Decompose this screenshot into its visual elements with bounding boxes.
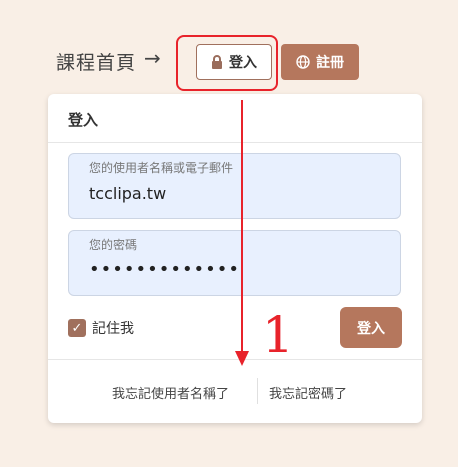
- panel-title: 登入: [68, 111, 99, 129]
- annotation-arrow-head: [235, 351, 249, 366]
- password-field[interactable]: 您的密碼 •••••••••••••: [68, 230, 401, 296]
- divider: [48, 142, 422, 143]
- register-button[interactable]: 註冊: [281, 44, 359, 80]
- forgot-username-link[interactable]: 我忘記使用者名稱了: [112, 383, 229, 402]
- remember-me-checkbox[interactable]: ✓: [68, 319, 86, 337]
- arrow-right-icon: →: [144, 46, 161, 70]
- login-dropdown-panel: 登入 您的使用者名稱或電子郵件 tcclipa.tw 您的密碼 ••••••••…: [48, 94, 422, 423]
- username-field[interactable]: 您的使用者名稱或電子郵件 tcclipa.tw: [68, 153, 401, 219]
- remember-me-label: 記住我: [92, 321, 134, 337]
- annotation-step-number: 1: [262, 306, 294, 364]
- password-input[interactable]: •••••••••••••: [89, 259, 240, 280]
- submit-login-button[interactable]: 登入: [340, 307, 402, 348]
- forgot-password-link[interactable]: 我忘記密碼了: [269, 383, 347, 402]
- username-field-label: 您的使用者名稱或電子郵件: [89, 161, 234, 175]
- register-button-label: 註冊: [316, 55, 344, 71]
- remember-me[interactable]: ✓ 記住我: [68, 318, 134, 338]
- globe-icon: [296, 55, 310, 69]
- username-input[interactable]: tcclipa.tw: [89, 184, 166, 203]
- breadcrumb-course-home[interactable]: 課程首頁: [56, 48, 136, 75]
- annotation-highlight-box: [176, 35, 278, 91]
- annotation-arrow-line: [241, 100, 243, 356]
- password-field-label: 您的密碼: [89, 238, 138, 252]
- link-separator: [257, 378, 258, 404]
